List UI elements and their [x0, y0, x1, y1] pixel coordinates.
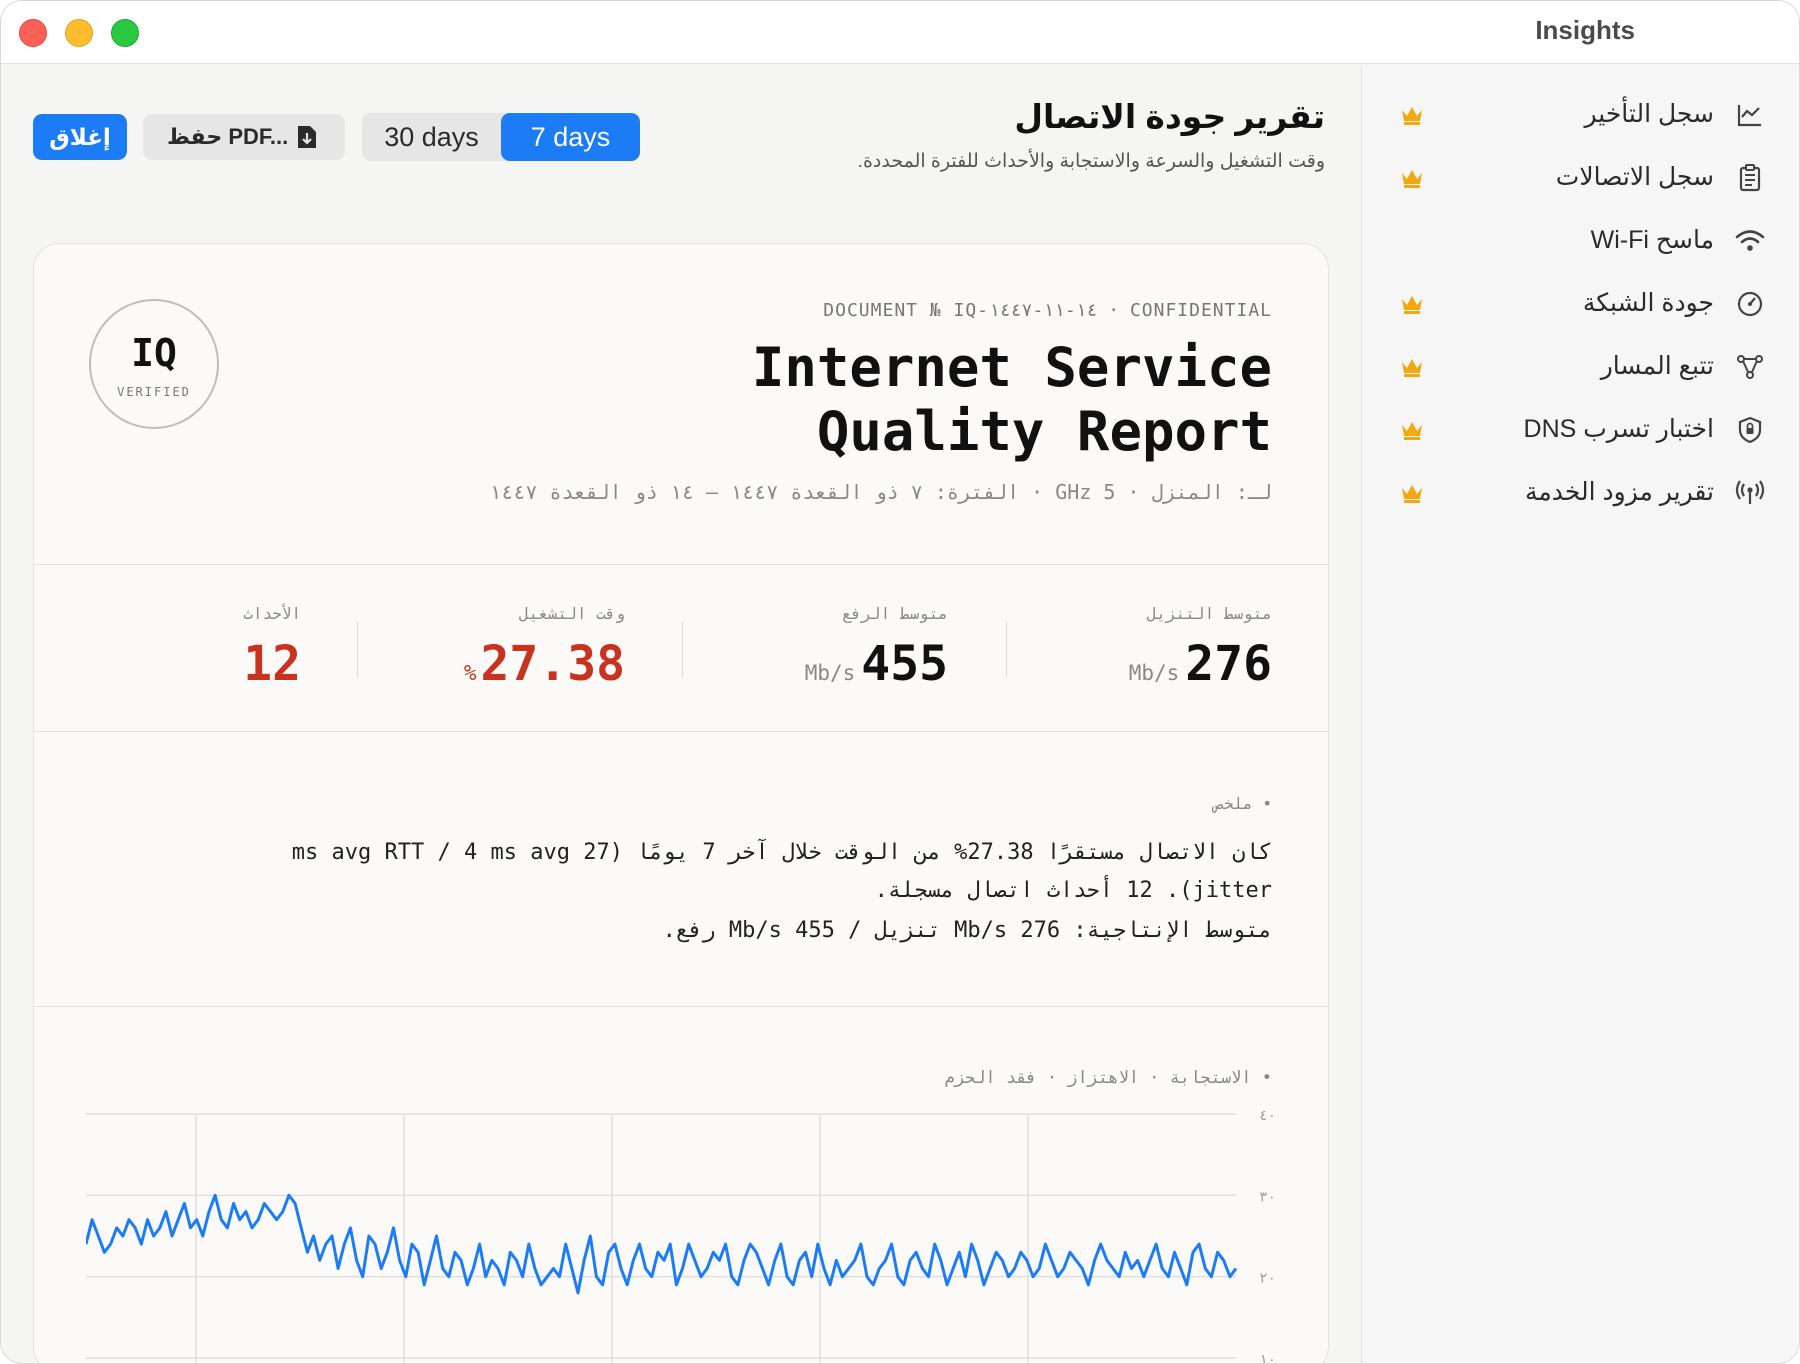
summary-throughput: متوسط الإنتاجية: 276 Mb/s تنزيل / 455 Mb…: [662, 918, 1272, 943]
verified-seal: IQ VERIFIED: [89, 299, 219, 429]
stat-uptime: وقت التشغيل %27.38: [365, 604, 625, 714]
seal-sub-text: VERIFIED: [117, 385, 191, 399]
clipboard-icon: [1739, 164, 1761, 192]
report-title-line-2: Quality Report: [816, 400, 1272, 463]
stat-uptime-label: وقت التشغيل: [519, 604, 625, 623]
sidebar-item-label: جودة الشبكة: [1582, 289, 1714, 317]
summary-text: كان الاتصال مستقرًا 27.38% من الوقت خلال…: [291, 840, 1272, 903]
document-number: DOCUMENT № IQ-١٤-١١-١٤٤٧ · CONFIDENTIAL: [823, 300, 1272, 321]
document-download-icon: [298, 126, 316, 148]
latency-chart: ٤٠ ٣٠ ٢٠ ١٠: [86, 1108, 1276, 1364]
sidebar-item-label: سجل التأخير: [1584, 100, 1714, 128]
page-title: تقرير جودة الاتصال: [1014, 98, 1325, 135]
crown-icon: [1402, 296, 1422, 314]
chart-legend: • الاستجابة · الاهتزاز · فقد الحزم: [944, 1068, 1272, 1088]
sidebar: سجل التأخير سجل الاتصالات ماسح Wi-Fi جود…: [1361, 65, 1799, 1363]
sidebar-item-label: تقرير مزود الخدمة: [1524, 478, 1714, 506]
chart-icon: [1737, 105, 1761, 127]
sidebar-item-connection-log[interactable]: سجل الاتصالات: [1362, 150, 1799, 206]
sidebar-item-label: اختبار تسرب DNS: [1523, 415, 1714, 443]
stat-events-label: الأحداث: [243, 604, 301, 623]
y-tick-label: ١٠: [1259, 1352, 1276, 1364]
stat-upload-number: 455: [861, 636, 948, 692]
crown-icon: [1402, 485, 1422, 503]
stat-uptime-number: 27.38: [480, 636, 626, 692]
summary-label: • ملخص: [1214, 794, 1272, 813]
stat-download-value: Mb/s 276: [1129, 636, 1272, 692]
stat-upload-value: Mb/s 455: [805, 636, 948, 692]
app-title: Insights: [1535, 15, 1635, 45]
stat-separator: [357, 622, 358, 678]
stat-uptime-unit: %: [463, 661, 477, 685]
app-window: Insights سجل التأخير سجل الاتصالات ماسح …: [0, 0, 1800, 1364]
stat-upload: متوسط الرفع Mb/s 455: [688, 604, 948, 714]
stat-separator: [1006, 622, 1007, 678]
sidebar-item-label: تتبع المسار: [1600, 352, 1714, 380]
latency-series-line: [86, 1193, 1238, 1295]
antenna-icon: [1735, 480, 1765, 504]
window-close-button[interactable]: [19, 19, 47, 47]
stat-download-label: متوسط التنزيل: [1146, 604, 1272, 623]
sidebar-item-label: ماسح Wi-Fi: [1590, 226, 1714, 254]
stat-events: الأحداث 12: [101, 604, 301, 714]
stat-events-value: 12: [243, 636, 301, 692]
sidebar-item-label: سجل الاتصالات: [1555, 163, 1714, 191]
save-pdf-label: حفظ PDF...: [167, 124, 289, 149]
stat-download-unit: Mb/s: [1128, 661, 1180, 685]
sidebar-item-isp-report[interactable]: تقرير مزود الخدمة: [1362, 465, 1799, 521]
save-pdf-button[interactable]: حفظ PDF...: [143, 114, 345, 160]
crown-icon: [1402, 170, 1422, 188]
stat-separator: [682, 622, 683, 678]
divider: [34, 1006, 1328, 1007]
shield-icon: [1738, 416, 1762, 444]
window-zoom-button[interactable]: [111, 19, 139, 47]
report-title: Internet Service Quality Report: [752, 336, 1272, 464]
wifi-icon: [1735, 230, 1765, 251]
window-minimize-button[interactable]: [65, 19, 93, 47]
report-card: IQ VERIFIED DOCUMENT № IQ-١٤-١١-١٤٤٧ · C…: [33, 243, 1329, 1364]
range-7-days-button[interactable]: 7 days: [501, 113, 640, 161]
gauge-icon: [1737, 291, 1763, 317]
stat-uptime-value: %27.38: [464, 636, 625, 692]
y-tick-label: ٣٠: [1259, 1189, 1276, 1205]
title-bar: Insights: [1, 1, 1799, 64]
divider: [34, 564, 1328, 565]
crown-icon: [1402, 359, 1422, 377]
sidebar-item-network-quality[interactable]: جودة الشبكة: [1362, 276, 1799, 332]
divider: [34, 731, 1328, 732]
close-report-button[interactable]: إغلاق: [33, 114, 127, 160]
report-title-line-1: Internet Service: [751, 336, 1272, 399]
stat-download: متوسط التنزيل Mb/s 276: [1012, 604, 1272, 714]
stat-upload-label: متوسط الرفع: [842, 604, 948, 623]
sidebar-item-wifi-scanner[interactable]: ماسح Wi-Fi: [1362, 213, 1799, 269]
crown-icon: [1402, 107, 1422, 125]
sidebar-item-dns-leak-test[interactable]: اختبار تسرب DNS: [1362, 402, 1799, 458]
seal-main-text: IQ: [131, 331, 177, 375]
y-tick-label: ٢٠: [1259, 1271, 1276, 1287]
sidebar-item-traceroute[interactable]: تتبع المسار: [1362, 339, 1799, 395]
sidebar-item-latency-log[interactable]: سجل التأخير: [1362, 87, 1799, 143]
page-subtitle: وقت التشغيل والسرعة والاستجابة والأحداث …: [857, 151, 1325, 172]
route-icon: [1737, 355, 1763, 379]
y-tick-label: ٤٠: [1259, 1108, 1276, 1124]
stat-download-number: 276: [1185, 636, 1272, 692]
range-segmented-control: 30 days 7 days: [362, 113, 640, 161]
range-30-days-button[interactable]: 30 days: [362, 113, 501, 161]
report-meta: لـ: المنزل · 5 GHz · الفترة: ٧ ذو القعدة…: [489, 480, 1272, 504]
crown-icon: [1402, 422, 1422, 440]
stat-upload-unit: Mb/s: [804, 661, 856, 685]
